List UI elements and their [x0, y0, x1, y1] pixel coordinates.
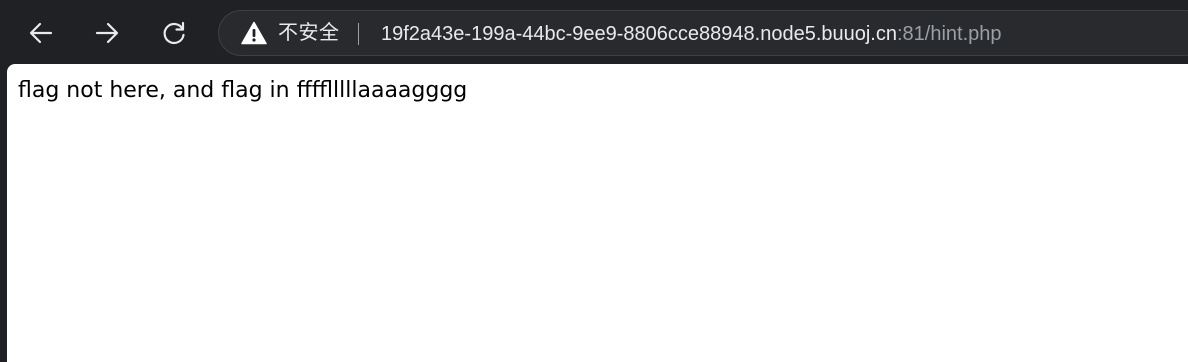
address-bar[interactable]: 不安全 19f2a43e-199a-44bc-9ee9-8806cce88948… — [218, 10, 1188, 56]
page-body-text: flag not here, and flag in fffflllllaaaa… — [18, 78, 468, 103]
security-indicator[interactable]: 不安全 — [241, 20, 340, 46]
arrow-right-icon — [95, 22, 119, 44]
page-content: flag not here, and flag in fffflllllaaaa… — [7, 64, 1188, 362]
url-path: :81/hint.php — [897, 23, 1002, 45]
arrow-left-icon — [29, 22, 53, 44]
url-host: 19f2a43e-199a-44bc-9ee9-8806cce88948.nod… — [381, 23, 897, 45]
omnibox-divider — [358, 23, 359, 45]
browser-toolbar: 不安全 19f2a43e-199a-44bc-9ee9-8806cce88948… — [0, 0, 1188, 64]
reload-icon — [163, 21, 185, 45]
warning-triangle-icon — [241, 20, 267, 46]
browser-window: 不安全 19f2a43e-199a-44bc-9ee9-8806cce88948… — [0, 0, 1188, 362]
security-label: 不安全 — [278, 22, 340, 44]
reload-button[interactable] — [154, 13, 194, 53]
url-text[interactable]: 19f2a43e-199a-44bc-9ee9-8806cce88948.nod… — [381, 21, 1002, 47]
forward-button[interactable] — [87, 13, 127, 53]
back-button[interactable] — [21, 13, 61, 53]
